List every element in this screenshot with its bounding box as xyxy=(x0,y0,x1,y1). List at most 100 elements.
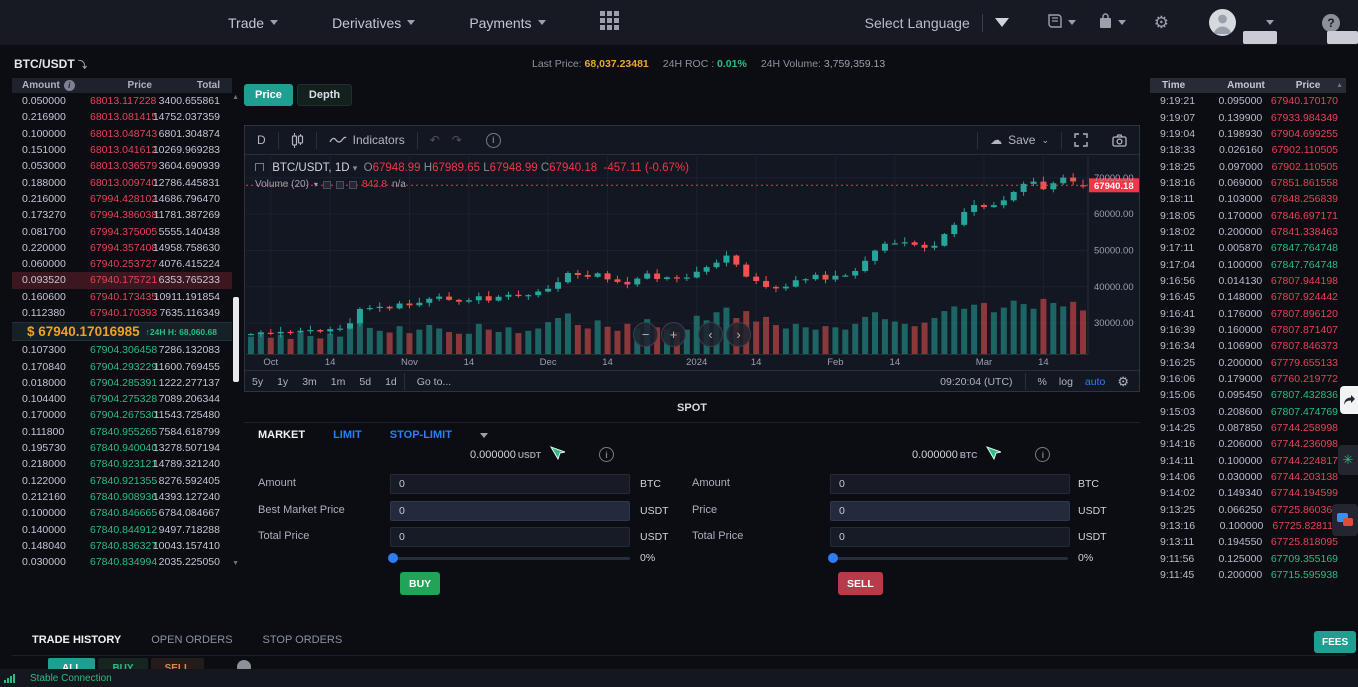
bid-row[interactable]: 0.17000067904.26753011543.725480 xyxy=(12,407,232,423)
bottom-tab-open-orders[interactable]: OPEN ORDERS xyxy=(151,634,232,646)
buy-percent-slider[interactable] xyxy=(390,557,630,560)
chart-zoom-in-button[interactable]: + xyxy=(661,322,686,347)
trade-row[interactable]: 9:16:560.01413067807.944198 xyxy=(1150,273,1346,289)
scale-settings-gear-icon[interactable]: ⚙ xyxy=(1117,374,1129,390)
range-1y-button[interactable]: 1y xyxy=(270,376,295,388)
range-3m-button[interactable]: 3m xyxy=(295,376,324,388)
trade-row[interactable]: 9:14:060.03000067744.203138 xyxy=(1150,469,1346,485)
ask-row[interactable]: 0.11238067940.1703937635.116349 xyxy=(12,305,232,321)
trade-row[interactable]: 9:14:110.10000067744.224817 xyxy=(1150,453,1346,469)
bid-row[interactable]: 0.12200067840.9213558276.592405 xyxy=(12,473,232,489)
amount-input[interactable] xyxy=(390,474,630,494)
trade-row[interactable]: 9:14:020.14934067744.194599 xyxy=(1150,485,1346,501)
sell-balance-cursor-icon[interactable] xyxy=(985,446,1001,463)
bottom-tab-trade-history[interactable]: TRADE HISTORY xyxy=(32,634,121,646)
menu-payments[interactable]: Payments xyxy=(469,15,545,31)
amount-input[interactable] xyxy=(830,474,1070,494)
screenshot-camera-icon[interactable] xyxy=(1100,134,1139,147)
ask-row[interactable]: 0.17327067994.38603811781.387269 xyxy=(12,207,232,223)
ask-row[interactable]: 0.21600067994.42810214686.796470 xyxy=(12,191,232,207)
ask-row[interactable]: 0.16060067940.17343510911.191854 xyxy=(12,289,232,305)
wallet-caret-icon[interactable] xyxy=(1118,20,1126,25)
chat-widget[interactable] xyxy=(1332,504,1358,536)
goto-date-button[interactable]: Go to... xyxy=(405,376,463,388)
save-layout-button[interactable]: ☁ Save ⌄ xyxy=(978,133,1061,147)
order-type-caret-icon[interactable] xyxy=(480,433,488,438)
trade-row[interactable]: 9:16:410.17600067807.896120 xyxy=(1150,305,1346,321)
trade-row[interactable]: 9:13:110.19455067725.818095 xyxy=(1150,534,1346,550)
buy-button[interactable]: BUY xyxy=(400,572,440,595)
trade-row[interactable]: 9:18:330.02616067902.110505 xyxy=(1150,142,1346,158)
orders-caret-icon[interactable] xyxy=(1068,20,1076,25)
fees-button[interactable]: FEES xyxy=(1314,631,1356,653)
order-book-scrollbar[interactable] xyxy=(233,92,239,587)
trade-row[interactable]: 9:16:250.20000067779.655133 xyxy=(1150,355,1346,371)
trade-row[interactable]: 9:15:060.09545067807.432836 xyxy=(1150,387,1346,403)
trade-row[interactable]: 9:11:560.12500067709.355169 xyxy=(1150,551,1346,567)
interval-button[interactable]: D xyxy=(245,126,278,154)
user-avatar[interactable] xyxy=(1209,9,1236,36)
language-selector[interactable]: Select Language xyxy=(865,15,970,31)
ask-row[interactable]: 0.18800068013.00974012786.445831 xyxy=(12,174,232,190)
trade-row[interactable]: 9:18:050.17000067846.697171 xyxy=(1150,207,1346,223)
trade-row[interactable]: 9:17:110.00587067847.764748 xyxy=(1150,240,1346,256)
trade-row[interactable]: 9:18:160.06900067851.861558 xyxy=(1150,175,1346,191)
buy-info-icon[interactable]: i xyxy=(599,447,614,462)
volume-settings-icon[interactable] xyxy=(336,181,344,189)
time-axis[interactable]: Oct14Nov14Dec14202414Feb14Mar14 xyxy=(246,354,1088,370)
trade-row[interactable]: 9:13:160.10000067725.828111 xyxy=(1150,518,1346,534)
scroll-down-icon[interactable]: ▼ xyxy=(232,560,239,567)
mid-price-bar[interactable]: $ 67940.17016985 ↑24H H: 68,060.68 xyxy=(12,322,232,341)
ask-row[interactable]: 0.05300068013.0365793604.690939 xyxy=(12,158,232,174)
tab-price[interactable]: Price xyxy=(244,84,293,106)
help-icon[interactable]: ? xyxy=(1322,14,1340,32)
volume-close-icon[interactable] xyxy=(349,181,357,189)
trade-row[interactable]: 9:11:450.20000067715.595938 xyxy=(1150,567,1346,583)
ask-row[interactable]: 0.10000068013.0487436801.304874 xyxy=(12,126,232,142)
ask-row[interactable]: 0.22000067994.35740814958.758630 xyxy=(12,240,232,256)
amount-info-icon[interactable]: i xyxy=(64,80,75,91)
bid-row[interactable]: 0.10730067904.3064587286.132083 xyxy=(12,342,232,358)
percent-scale-button[interactable]: % xyxy=(1038,376,1047,388)
orders-book-icon[interactable] xyxy=(1047,14,1063,32)
sell-percent-slider[interactable] xyxy=(830,557,1068,560)
ask-row[interactable]: 0.06000067940.2537274076.415224 xyxy=(12,256,232,272)
range-5y-button[interactable]: 5y xyxy=(245,376,270,388)
trade-row[interactable]: 9:18:020.20000067841.338463 xyxy=(1150,224,1346,240)
ask-row[interactable]: 0.15100068013.04161210269.969283 xyxy=(12,142,232,158)
language-dropdown-icon[interactable] xyxy=(995,18,1009,27)
trade-row[interactable]: 9:13:250.06625067725.860361 xyxy=(1150,502,1346,518)
chart-pan-left-button[interactable]: ‹ xyxy=(698,322,723,347)
chart-zoom-out-button[interactable]: − xyxy=(633,322,658,347)
tab-depth[interactable]: Depth xyxy=(297,84,352,106)
range-5d-button[interactable]: 5d xyxy=(352,376,378,388)
ask-row[interactable]: 0.08170067994.3750055555.140438 xyxy=(12,223,232,239)
apps-grid-icon[interactable] xyxy=(600,11,619,35)
bid-row[interactable]: 0.21800067840.92312114789.321240 xyxy=(12,456,232,472)
fullscreen-icon[interactable] xyxy=(1062,133,1100,147)
chart-pan-right-button[interactable]: › xyxy=(726,322,751,347)
trade-row[interactable]: 9:17:040.10000067847.764748 xyxy=(1150,256,1346,272)
trade-row[interactable]: 9:16:340.10690067807.846373 xyxy=(1150,338,1346,354)
bid-row[interactable]: 0.10000067840.8466656784.084667 xyxy=(12,505,232,521)
trade-row[interactable]: 9:14:160.20600067744.236098 xyxy=(1150,436,1346,452)
tab-stop-limit[interactable]: STOP-LIMIT xyxy=(390,429,452,441)
share-widget[interactable] xyxy=(1340,386,1358,414)
trade-row[interactable]: 9:19:040.19893067904.699255 xyxy=(1150,126,1346,142)
tab-market[interactable]: MARKET xyxy=(258,429,305,441)
bid-row[interactable]: 0.21216067840.90893614393.127240 xyxy=(12,489,232,505)
account-caret-icon[interactable] xyxy=(1266,20,1274,25)
menu-derivatives[interactable]: Derivatives xyxy=(332,15,415,31)
ask-row[interactable]: 0.21690068013.08141514752.037359 xyxy=(12,109,232,125)
bid-row[interactable]: 0.01800067904.2853911222.277137 xyxy=(12,375,232,391)
trade-row[interactable]: 9:19:070.13990067933.984349 xyxy=(1150,109,1346,125)
sell-info-icon[interactable]: i xyxy=(1035,447,1050,462)
auto-scale-button[interactable]: auto xyxy=(1085,376,1105,388)
wallet-bag-icon[interactable] xyxy=(1098,13,1113,33)
volume-eye-icon[interactable] xyxy=(323,181,331,189)
undo-icon[interactable]: ↶ xyxy=(418,126,452,154)
chart-clock[interactable]: 09:20:04 (UTC) xyxy=(940,376,1012,388)
trade-row[interactable]: 9:18:110.10300067848.256839 xyxy=(1150,191,1346,207)
settings-gear-icon[interactable]: ⚙ xyxy=(1154,13,1169,33)
ask-row[interactable]: 0.09352067940.1757216353.765233 xyxy=(12,272,232,288)
